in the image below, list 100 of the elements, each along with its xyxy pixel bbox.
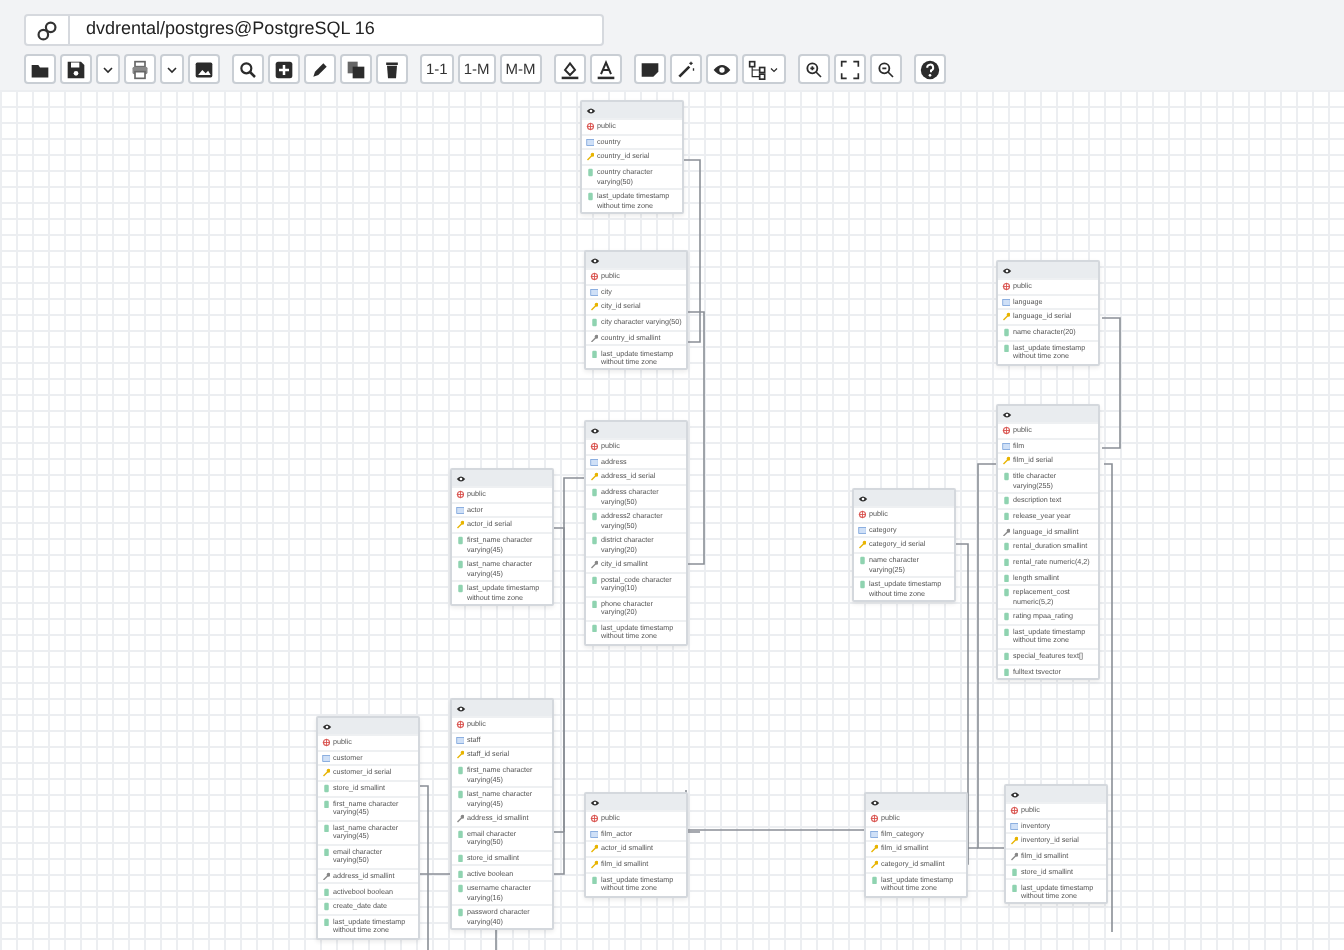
eye-icon xyxy=(590,255,600,265)
foreign-key-icon xyxy=(1009,852,1018,862)
column-icon xyxy=(857,580,866,590)
schema-icon xyxy=(1001,426,1010,436)
foreign-key-icon xyxy=(321,871,330,881)
column-icon xyxy=(589,599,598,609)
schema-icon xyxy=(455,490,464,500)
clone-button[interactable] xyxy=(340,54,372,84)
image-icon xyxy=(194,59,214,79)
pencil-icon xyxy=(310,59,330,79)
key-icon xyxy=(589,472,598,482)
hierarchy-icon xyxy=(747,59,768,79)
caret-icon xyxy=(100,61,116,77)
key-icon xyxy=(869,844,878,854)
folder-icon xyxy=(30,59,50,79)
toggle-details-button[interactable] xyxy=(705,54,738,84)
table-icon xyxy=(321,753,330,763)
schema-icon xyxy=(1009,806,1018,816)
key-icon xyxy=(455,520,464,530)
schema-icon xyxy=(321,738,330,748)
connection-title: dvdrental/postgres@PostgreSQL 16 xyxy=(84,16,375,43)
open-button[interactable] xyxy=(24,54,56,84)
table-icon xyxy=(455,505,464,515)
column-icon xyxy=(455,536,464,546)
eye-icon xyxy=(711,59,732,79)
eye-icon xyxy=(456,473,466,483)
export-button[interactable] xyxy=(124,54,156,84)
column-icon xyxy=(869,875,878,885)
connector-line xyxy=(1101,317,1121,449)
download-image-button[interactable] xyxy=(188,54,220,84)
help-icon xyxy=(919,59,940,79)
table-icon xyxy=(455,735,464,745)
caret-icon xyxy=(164,61,180,77)
key-icon xyxy=(589,302,598,312)
column-icon xyxy=(589,318,598,328)
eye-icon xyxy=(590,797,600,807)
help-button[interactable] xyxy=(913,54,946,84)
caret-icon xyxy=(767,63,780,75)
column-icon xyxy=(585,168,594,178)
eye-icon xyxy=(322,721,332,731)
column-icon xyxy=(455,584,464,594)
table-icon xyxy=(585,137,594,147)
table-node[interactable] xyxy=(584,420,688,646)
dropdown-button[interactable] xyxy=(160,54,184,84)
key-icon xyxy=(455,750,464,760)
eye-icon xyxy=(456,703,466,713)
zoom-in-button[interactable] xyxy=(797,54,830,84)
search-button[interactable] xyxy=(232,54,264,84)
fit-screen-icon xyxy=(839,59,860,79)
add-table-button[interactable] xyxy=(268,54,300,84)
foreign-key-icon xyxy=(1001,527,1010,537)
table-icon xyxy=(857,525,866,535)
magic-wand-icon xyxy=(675,59,696,79)
save-icon xyxy=(66,59,86,79)
text-color-button[interactable] xyxy=(589,54,622,84)
table-icon xyxy=(1001,441,1010,451)
fill-color-button[interactable] xyxy=(553,54,586,84)
add-note-button[interactable] xyxy=(633,54,666,84)
column-icon xyxy=(589,488,598,498)
edit-button[interactable] xyxy=(304,54,336,84)
table-icon xyxy=(1009,821,1018,831)
column-icon xyxy=(1001,472,1010,482)
eye-icon xyxy=(590,425,600,435)
foreign-key-icon xyxy=(589,560,598,570)
eye-icon xyxy=(1010,789,1020,799)
zoom-fit-button[interactable] xyxy=(833,54,866,84)
key-icon xyxy=(589,844,598,854)
zoom-in-icon xyxy=(803,59,824,79)
save-button[interactable] xyxy=(60,54,92,84)
column-icon xyxy=(321,847,330,857)
table-icon xyxy=(589,829,598,839)
schema-icon xyxy=(589,442,598,452)
zoom-out-button[interactable] xyxy=(869,54,902,84)
table-icon xyxy=(1001,297,1010,307)
key-icon xyxy=(869,860,878,870)
column-icon xyxy=(585,192,594,202)
delete-button[interactable] xyxy=(376,54,408,84)
column-icon xyxy=(589,512,598,522)
column-icon xyxy=(589,875,598,885)
table-node[interactable] xyxy=(316,716,420,940)
key-icon xyxy=(1001,312,1010,322)
add-icon xyxy=(274,59,294,79)
key-icon xyxy=(857,540,866,550)
auto-align-button[interactable] xyxy=(669,54,702,84)
dropdown-button[interactable] xyxy=(96,54,120,84)
eye-icon xyxy=(1002,265,1012,275)
trash-icon xyxy=(382,59,402,79)
eye-icon xyxy=(858,493,868,503)
foreign-key-icon xyxy=(455,814,464,824)
column-icon xyxy=(589,623,598,633)
table-node[interactable] xyxy=(996,404,1100,681)
column-icon xyxy=(857,556,866,566)
table-icon xyxy=(869,829,878,839)
column-icon xyxy=(321,823,330,833)
table-node[interactable] xyxy=(450,698,554,931)
note-icon xyxy=(639,59,660,79)
eye-icon xyxy=(870,797,880,807)
table-icon xyxy=(589,457,598,467)
key-icon xyxy=(1001,456,1010,466)
column-icon xyxy=(589,575,598,585)
